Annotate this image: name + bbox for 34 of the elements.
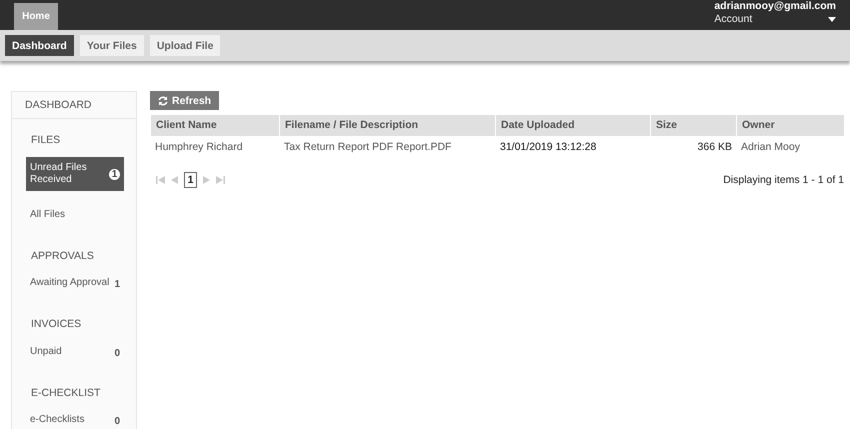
column-header[interactable]: Filename / File Description [279, 115, 495, 136]
column-header[interactable]: Size [650, 115, 736, 136]
refresh-icon [158, 96, 168, 106]
first-page-icon[interactable] [156, 176, 165, 184]
column-header[interactable]: Owner [736, 115, 844, 136]
section-heading: INVOICES [30, 317, 82, 332]
account-dropdown[interactable]: Account [714, 13, 836, 26]
nav-tab[interactable]: Your Files [80, 35, 144, 56]
sidebar-item[interactable]: All Files [26, 204, 124, 225]
sidebar-item[interactable]: Unread Files Received 1 [26, 157, 124, 191]
next-page-icon[interactable] [203, 176, 210, 184]
sidebar-item[interactable]: Unpaid 0 [26, 342, 124, 362]
section-heading: E-CHECKLIST [30, 386, 102, 401]
section-heading: APPROVALS [30, 248, 95, 264]
caret-icon [828, 17, 836, 22]
last-page-icon[interactable] [216, 176, 225, 184]
previous-page-icon[interactable] [171, 176, 178, 184]
pager-status: Displaying items 1 - 1 of 1 [723, 174, 844, 186]
table-cell-text: 366 KB [696, 140, 733, 155]
table-cell-text: 31/01/2019 13:12:28 [499, 140, 598, 155]
table-cell-text: Tax Return Report PDF Report.PDF [283, 140, 452, 155]
account-email: adrianmooy@gmail.com [714, 0, 836, 13]
section-heading: FILES [30, 133, 62, 148]
table-cell-text: Adrian Mooy [740, 140, 801, 155]
column-header[interactable]: Client Name [150, 115, 279, 136]
sidebar-title: DASHBOARD [12, 92, 136, 119]
nav-tab[interactable]: Dashboard [5, 35, 74, 56]
page-number[interactable]: 1 [184, 172, 197, 188]
nav-tab[interactable]: Upload File [150, 35, 220, 56]
column-header[interactable]: Date Uploaded [495, 115, 650, 136]
sidebar-item[interactable]: Awaiting Approval 1 [26, 273, 124, 294]
sidebar-item[interactable]: e-Checklists 0 [26, 410, 124, 429]
table-cell-text: Humphrey Richard [154, 140, 244, 155]
refresh-button[interactable]: Refresh [150, 91, 220, 110]
